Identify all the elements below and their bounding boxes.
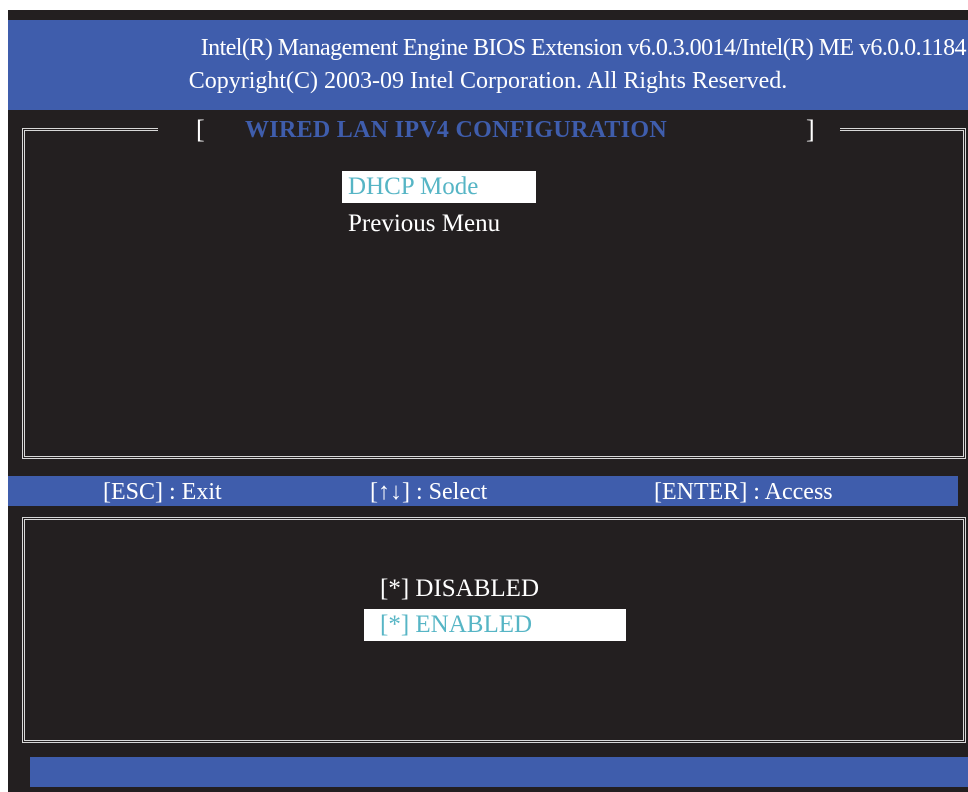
title-bracket-left: [ <box>196 115 205 144</box>
menu-item-dhcp-mode[interactable]: DHCP Mode <box>342 171 536 203</box>
panel-title-bar: [ WIRED LAN IPV4 CONFIGURATION ] <box>158 114 840 146</box>
title-bracket-right: ] <box>806 115 815 144</box>
help-esc-exit: [ESC] : Exit <box>103 479 222 505</box>
option-disabled[interactable]: [*] DISABLED <box>380 573 539 605</box>
help-arrow-select: [↑↓] : Select <box>370 479 488 505</box>
header-banner: Intel(R) Management Engine BIOS Extensio… <box>8 20 968 110</box>
header-version-text: Intel(R) Management Engine BIOS Extensio… <box>200 35 967 61</box>
help-bar: [ESC] : Exit [↑↓] : Select [ENTER] : Acc… <box>8 476 958 506</box>
menu-item-previous-menu[interactable]: Previous Menu <box>348 208 500 240</box>
option-enabled[interactable]: [*] ENABLED <box>364 609 626 641</box>
help-enter-access: [ENTER] : Access <box>654 479 833 505</box>
status-bar <box>30 757 968 787</box>
header-copyright-text: Copyright(C) 2003-09 Intel Corporation. … <box>188 68 788 94</box>
panel-title: WIRED LAN IPV4 CONFIGURATION <box>245 117 667 143</box>
